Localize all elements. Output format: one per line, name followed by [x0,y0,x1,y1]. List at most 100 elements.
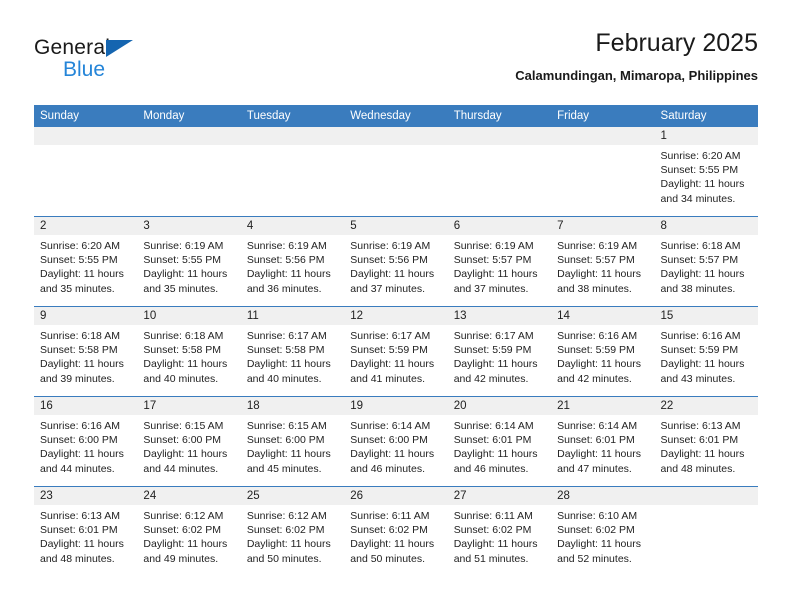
sunset-text: Sunset: 6:01 PM [453,434,532,447]
calendar-day-cell[interactable]: 12 Sunrise: 6:17 AM Sunset: 5:59 PM Dayligh… [344,306,448,397]
logo-triangle-icon [106,40,133,57]
sunset-text: Sunset: 5:57 PM [453,254,532,267]
calendar-page: General Blue February 2025 Calamundingan… [0,0,792,612]
sunrise-text: Sunrise: 6:20 AM [40,240,120,252]
calendar-day-cell[interactable]: 9 Sunrise: 6:18 AM Sunset: 5:58 PM Daylight… [34,306,138,397]
day-details: Sunrise: 6:19 AM Sunset: 5:57 PM Daylight:… [551,235,654,296]
calendar-day-cell[interactable]: 27 Sunrise: 6:11 AM Sunset: 6:02 PM Dayligh… [447,486,552,576]
day-number: 20 [447,397,552,415]
calendar-day-cell[interactable]: 7 Sunrise: 6:19 AM Sunset: 5:57 PM Daylight… [551,216,655,307]
sunset-text: Sunset: 6:02 PM [350,524,428,537]
sunrise-text: Sunrise: 6:19 AM [350,240,431,252]
calendar-day-cell[interactable]: 11 Sunrise: 6:17 AM Sunset: 5:58 PM Dayligh… [240,306,345,397]
calendar-day-cell-empty [344,127,448,217]
day-number: 6 [447,217,552,235]
title-block: February 2025 Calamundingan, Mimaropa, P… [515,28,758,85]
daylight-text: Daylight: 11 hours and 51 minutes. [453,538,538,565]
daylight-text: Daylight: 11 hours and 43 minutes. [660,358,745,385]
sunrise-text: Sunrise: 6:18 AM [660,240,741,252]
sunrise-text: Sunrise: 6:18 AM [143,330,224,342]
sunset-text: Sunset: 6:01 PM [40,524,118,537]
calendar-day-cell[interactable]: 10 Sunrise: 6:18 AM Sunset: 5:58 PM Dayligh… [137,306,241,397]
calendar-day-cell[interactable]: 15 Sunrise: 6:16 AM Sunset: 5:59 PM Dayligh… [654,306,758,397]
daylight-text: Daylight: 11 hours and 35 minutes. [143,268,228,295]
day-details: Sunrise: 6:15 AM Sunset: 6:00 PM Daylight:… [241,415,344,476]
daylight-text: Daylight: 11 hours and 37 minutes. [453,268,538,295]
calendar-day-cell[interactable]: 14 Sunrise: 6:16 AM Sunset: 5:59 PM Dayligh… [551,306,655,397]
daylight-text: Daylight: 11 hours and 42 minutes. [557,358,641,385]
daylight-text: Daylight: 11 hours and 42 minutes. [453,358,538,385]
page-title: February 2025 [595,29,758,57]
day-number: 26 [344,487,448,505]
calendar-day-cell[interactable]: 20 Sunrise: 6:14 AM Sunset: 6:01 PM Dayligh… [447,396,552,487]
daylight-text: Daylight: 11 hours and 44 minutes. [143,448,228,475]
calendar-day-cell[interactable]: 3 Sunrise: 6:19 AM Sunset: 5:55 PM Daylight… [137,216,241,307]
day-details: Sunrise: 6:19 AM Sunset: 5:56 PM Daylight:… [241,235,344,296]
daylight-text: Daylight: 11 hours and 48 minutes. [660,448,745,475]
daylight-text: Daylight: 11 hours and 39 minutes. [40,358,124,385]
day-number: 7 [551,217,655,235]
daylight-text: Daylight: 11 hours and 35 minutes. [40,268,124,295]
daylight-text: Daylight: 11 hours and 52 minutes. [557,538,641,565]
day-details: Sunrise: 6:19 AM Sunset: 5:56 PM Daylight:… [344,235,447,296]
calendar-day-cell[interactable]: 19 Sunrise: 6:14 AM Sunset: 6:00 PM Dayligh… [344,396,448,487]
sunrise-text: Sunrise: 6:20 AM [660,150,741,162]
sunrise-text: Sunrise: 6:16 AM [660,330,741,342]
day-details: Sunrise: 6:16 AM Sunset: 5:59 PM Daylight:… [551,325,654,386]
day-number: 14 [551,307,655,325]
calendar-day-cell[interactable]: 21 Sunrise: 6:14 AM Sunset: 6:01 PM Dayligh… [551,396,655,487]
day-details: Sunrise: 6:18 AM Sunset: 5:58 PM Daylight:… [137,325,240,386]
sunrise-text: Sunrise: 6:16 AM [557,330,638,342]
calendar-day-cell-empty [240,127,345,217]
sunset-text: Sunset: 6:00 PM [350,434,428,447]
calendar-day-cell[interactable]: 24 Sunrise: 6:12 AM Sunset: 6:02 PM Dayligh… [137,486,241,576]
day-details: Sunrise: 6:14 AM Sunset: 6:01 PM Daylight:… [551,415,654,476]
calendar-day-cell[interactable]: 6 Sunrise: 6:19 AM Sunset: 5:57 PM Daylight… [447,216,552,307]
calendar-day-cell[interactable]: 13 Sunrise: 6:17 AM Sunset: 5:59 PM Dayligh… [447,306,552,397]
calendar-day-cell[interactable]: 28 Sunrise: 6:10 AM Sunset: 6:02 PM Dayligh… [551,486,655,576]
sunset-text: Sunset: 6:00 PM [40,434,118,447]
calendar-day-cell-empty [137,127,241,217]
daylight-text: Daylight: 11 hours and 46 minutes. [350,448,435,475]
calendar-day-cell[interactable]: 16 Sunrise: 6:16 AM Sunset: 6:00 PM Dayligh… [34,396,138,487]
calendar-day-cell[interactable]: 25 Sunrise: 6:12 AM Sunset: 6:02 PM Dayligh… [240,486,345,576]
calendar-day-cell[interactable]: 1 Sunrise: 6:20 AM Sunset: 5:55 PM Daylight… [654,127,758,217]
day-number: 27 [447,487,552,505]
calendar-day-cell[interactable]: 8 Sunrise: 6:18 AM Sunset: 5:57 PM Daylight… [654,216,758,307]
calendar-day-cell[interactable]: 22 Sunrise: 6:13 AM Sunset: 6:01 PM Dayligh… [654,396,758,487]
sunrise-text: Sunrise: 6:15 AM [246,420,327,432]
sunrise-text: Sunrise: 6:19 AM [143,240,224,252]
calendar-day-cell[interactable]: 23 Sunrise: 6:13 AM Sunset: 6:01 PM Dayligh… [34,486,138,576]
day-number [447,127,552,145]
day-details: Sunrise: 6:18 AM Sunset: 5:58 PM Daylight:… [34,325,137,386]
day-number: 18 [240,397,345,415]
page-subtitle: Calamundingan, Mimaropa, Philippines [515,68,758,83]
calendar-day-cell[interactable]: 4 Sunrise: 6:19 AM Sunset: 5:56 PM Daylight… [240,216,345,307]
day-details: Sunrise: 6:20 AM Sunset: 5:55 PM Daylight:… [655,145,758,206]
general-blue-logo: General Blue [34,36,214,88]
day-number: 25 [240,487,345,505]
sunset-text: Sunset: 5:59 PM [453,344,532,357]
calendar-day-cell[interactable]: 2 Sunrise: 6:20 AM Sunset: 5:55 PM Daylight… [34,216,138,307]
calendar-day-cell[interactable]: 5 Sunrise: 6:19 AM Sunset: 5:56 PM Daylight… [344,216,448,307]
calendar-day-cell[interactable]: 26 Sunrise: 6:11 AM Sunset: 6:02 PM Dayligh… [344,486,448,576]
calendar-day-cell[interactable]: 17 Sunrise: 6:15 AM Sunset: 6:00 PM Dayligh… [137,396,241,487]
day-number: 9 [34,307,138,325]
daylight-text: Daylight: 11 hours and 44 minutes. [40,448,124,475]
calendar-day-cell[interactable]: 18 Sunrise: 6:15 AM Sunset: 6:00 PM Dayligh… [240,396,345,487]
day-details: Sunrise: 6:14 AM Sunset: 6:00 PM Daylight:… [344,415,447,476]
daylight-text: Daylight: 11 hours and 38 minutes. [660,268,745,295]
sunset-text: Sunset: 5:59 PM [660,344,739,357]
sunset-text: Sunset: 5:59 PM [350,344,428,357]
sunset-text: Sunset: 5:55 PM [660,164,739,177]
day-number [34,127,138,145]
sunrise-text: Sunrise: 6:19 AM [557,240,638,252]
sunrise-text: Sunrise: 6:13 AM [40,510,120,522]
day-details: Sunrise: 6:13 AM Sunset: 6:01 PM Daylight:… [34,505,137,566]
day-number: 8 [654,217,758,235]
day-number: 23 [34,487,138,505]
sunset-text: Sunset: 6:02 PM [557,524,635,537]
sunrise-text: Sunrise: 6:19 AM [246,240,327,252]
day-number: 21 [551,397,655,415]
sunrise-text: Sunrise: 6:17 AM [453,330,534,342]
